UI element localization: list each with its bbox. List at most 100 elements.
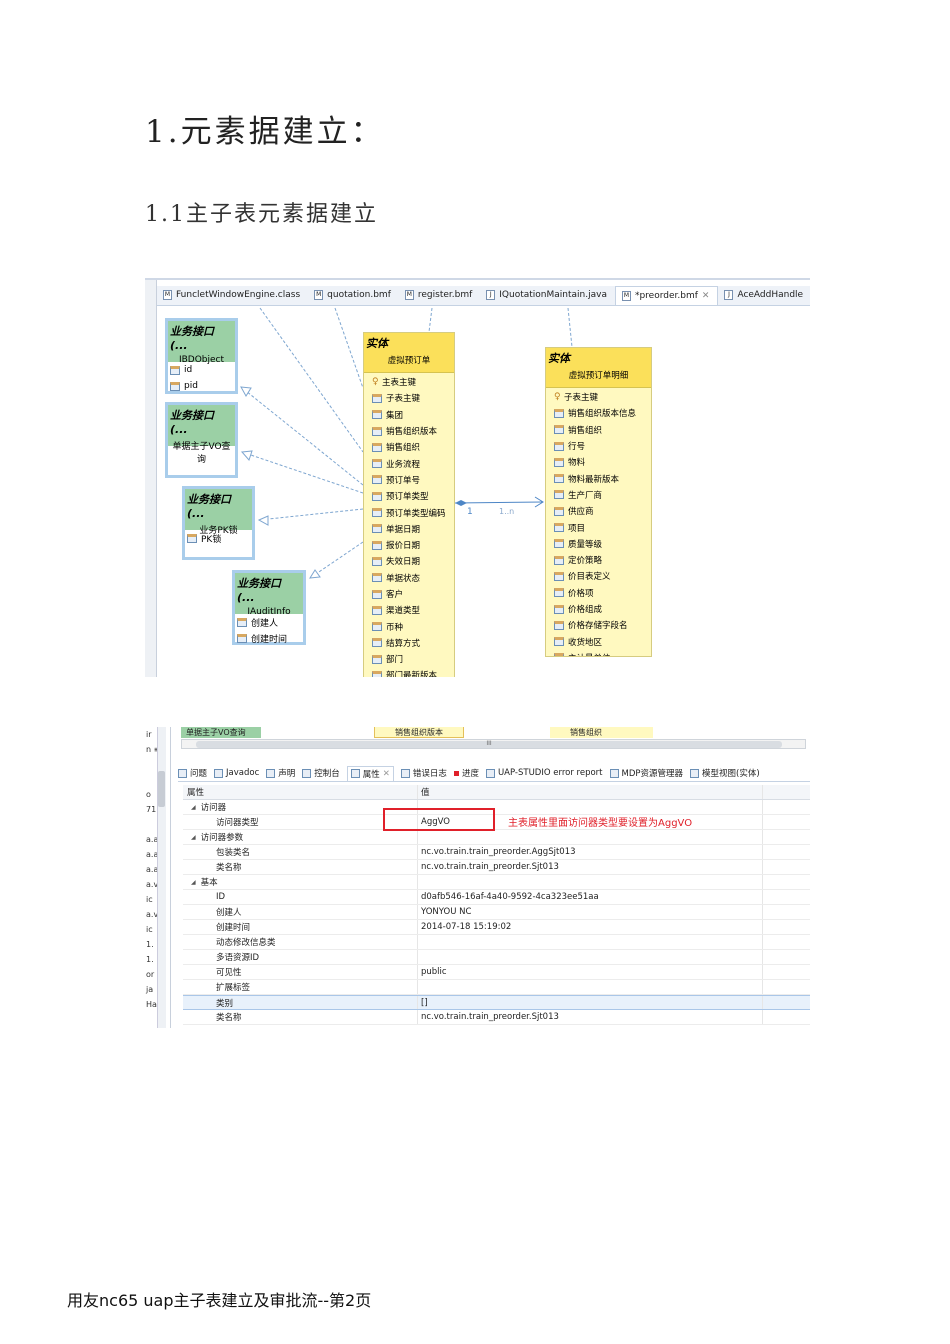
entity-field[interactable]: 行号 xyxy=(546,438,651,454)
field-label: 价目表定义 xyxy=(568,572,611,583)
view-tab[interactable]: Javadoc xyxy=(214,768,259,778)
entity-field[interactable]: 部门最新版本 xyxy=(364,667,454,677)
entity-field[interactable]: 销售组织版本信息 xyxy=(546,405,651,421)
entity-field[interactable]: 渠道类型 xyxy=(364,602,454,618)
entity-field[interactable]: 报价日期 xyxy=(364,537,454,553)
dashed-line xyxy=(240,386,364,486)
entity-field[interactable]: 预订单类型编码 xyxy=(364,504,454,520)
interface-box[interactable]: 业务接口 (... 单据主子VO查询 xyxy=(165,402,238,478)
entity-field[interactable]: 物料 xyxy=(546,454,651,470)
property-value[interactable] xyxy=(418,980,763,994)
entity-field[interactable]: 单据状态 xyxy=(364,570,454,586)
view-tab[interactable]: 错误日志 xyxy=(400,767,447,779)
entity-field[interactable]: 收货地区 xyxy=(546,633,651,649)
expand-triangle-icon[interactable]: ◢ xyxy=(191,879,196,886)
property-row[interactable]: ID d0afb546-16af-4a40-9592-4ca323ee51aa xyxy=(183,890,810,905)
property-value[interactable] xyxy=(418,935,763,949)
property-value[interactable] xyxy=(418,875,763,889)
property-value[interactable]: public xyxy=(418,965,763,979)
property-value[interactable] xyxy=(418,950,763,964)
entity-field[interactable]: 价格存储字段名 xyxy=(546,617,651,633)
interface-field[interactable]: pid xyxy=(168,378,235,394)
entity-field[interactable]: 失效日期 xyxy=(364,553,454,569)
entity-field[interactable]: ♀ 主表主键 xyxy=(364,374,454,390)
field-label: 预订单号 xyxy=(386,475,421,486)
entity-field[interactable]: 销售组织 xyxy=(546,422,651,438)
property-group[interactable]: ◢ 访问器参数 xyxy=(183,830,810,845)
property-value[interactable]: nc.vo.train.train_preorder.Sjt013 xyxy=(418,860,763,874)
view-tab[interactable]: 进度 xyxy=(453,767,479,779)
view-tab[interactable]: MDP资源管理器 xyxy=(609,767,683,779)
view-tab[interactable]: 模型视图(实体) xyxy=(690,767,760,779)
entity-field[interactable]: 币种 xyxy=(364,618,454,634)
entity-field[interactable]: ♀ 子表主键 xyxy=(546,389,651,405)
entity-field[interactable]: 主计量单位 xyxy=(546,650,651,656)
dashed-line xyxy=(567,307,573,348)
field-icon xyxy=(372,556,382,566)
expand-triangle-icon[interactable]: ◢ xyxy=(191,804,196,811)
entity-field[interactable]: 结算方式 xyxy=(364,635,454,651)
view-tab[interactable]: 问题 xyxy=(178,767,207,779)
interface-field[interactable]: 创建人 xyxy=(235,614,303,630)
horizontal-scrollbar[interactable]: III xyxy=(181,739,806,749)
property-group[interactable]: ◢ 基本 xyxy=(183,875,810,890)
field-label: 币种 xyxy=(386,622,404,633)
property-row[interactable]: 可见性 public xyxy=(183,965,810,980)
property-value[interactable]: [] xyxy=(418,996,763,1009)
interface-field[interactable]: PK锁 xyxy=(185,530,252,546)
entity-field[interactable]: 销售组织版本 xyxy=(364,423,454,439)
interface-box[interactable]: 业务接口 (... IBDObject id pid xyxy=(165,318,238,394)
property-value[interactable] xyxy=(418,830,763,844)
header-property: 属性 xyxy=(183,785,418,799)
property-row[interactable]: 类别 [] xyxy=(183,995,810,1010)
entity-field[interactable]: 集团 xyxy=(364,407,454,423)
entity-field[interactable]: 客户 xyxy=(364,586,454,602)
subsection-heading: 1.1主子表元素据建立 xyxy=(145,202,378,227)
property-row[interactable]: 创建时间 2014-07-18 15:19:02 xyxy=(183,920,810,935)
entity-field[interactable]: 项目 xyxy=(546,519,651,535)
entity-field[interactable]: 子表主键 xyxy=(364,390,454,406)
property-group[interactable]: ◢ 访问器 xyxy=(183,800,810,815)
entity-field[interactable]: 物料最新版本 xyxy=(546,470,651,486)
entity-field[interactable]: 价格项 xyxy=(546,585,651,601)
property-row[interactable]: 动态修改信息类 xyxy=(183,935,810,950)
entity-field[interactable]: 业务流程 xyxy=(364,455,454,471)
entity-box[interactable]: 实体 虚拟预订单 ♀ 主表主键 子表主键 集团 销售组织版本 销售组织 业务流程 预订单号 预订单类… xyxy=(363,332,455,677)
entity-box[interactable]: 实体 虚拟预订单明细 ♀ 子表主键 销售组织版本信息 销售组织 行号 物料 物料最新版本 生产厂商… xyxy=(545,347,652,657)
scrollbar-thumb[interactable]: III xyxy=(196,741,782,748)
property-row[interactable]: 创建人 YONYOU NC xyxy=(183,905,810,920)
property-row[interactable]: 类名称 nc.vo.train.train_preorder.Sjt013 xyxy=(183,1010,810,1025)
entity-field[interactable]: 价目表定义 xyxy=(546,568,651,584)
close-icon[interactable]: ✕ xyxy=(383,769,390,779)
view-tab[interactable]: 声明 xyxy=(266,767,295,779)
property-value[interactable]: nc.vo.train.train_preorder.Sjt013 xyxy=(418,1010,763,1024)
property-row[interactable]: 多语资源ID xyxy=(183,950,810,965)
property-value[interactable]: 2014-07-18 15:19:02 xyxy=(418,920,763,934)
entity-field[interactable]: 预订单类型 xyxy=(364,488,454,504)
view-tab[interactable]: 属性 ✕ xyxy=(346,765,394,781)
property-value[interactable]: nc.vo.train.train_preorder.AggSjt013 xyxy=(418,845,763,859)
entity-field[interactable]: 质量等级 xyxy=(546,536,651,552)
field-label: 部门 xyxy=(386,655,404,666)
entity-field[interactable]: 生产厂商 xyxy=(546,487,651,503)
view-tab[interactable]: UAP-STUDIO error report xyxy=(485,768,603,778)
property-row[interactable]: 包装类名 nc.vo.train.train_preorder.AggSjt013 xyxy=(183,845,810,860)
view-tab[interactable]: 控制台 xyxy=(302,767,340,779)
entity-field[interactable]: 单据日期 xyxy=(364,521,454,537)
property-value[interactable]: d0afb546-16af-4a40-9592-4ca323ee51aa xyxy=(418,890,763,904)
entity-field[interactable]: 供应商 xyxy=(546,503,651,519)
entity-field[interactable]: 部门 xyxy=(364,651,454,667)
property-row[interactable]: 类名称 nc.vo.train.train_preorder.Sjt013 xyxy=(183,860,810,875)
scrollbar-thumb[interactable] xyxy=(158,771,165,807)
entity-field[interactable]: 价格组成 xyxy=(546,601,651,617)
interface-box[interactable]: 业务接口 (... 业务PK锁 PK锁 xyxy=(182,486,255,560)
entity-field[interactable]: 销售组织 xyxy=(364,439,454,455)
expand-triangle-icon[interactable]: ◢ xyxy=(191,834,196,841)
property-row[interactable]: 访问器类型 AggVO xyxy=(183,815,810,830)
entity-field[interactable]: 预订单号 xyxy=(364,472,454,488)
interface-box[interactable]: 业务接口 (... IAuditInfo 创建人 创建时间 xyxy=(232,570,306,645)
property-value[interactable]: YONYOU NC xyxy=(418,905,763,919)
entity-field[interactable]: 定价策略 xyxy=(546,552,651,568)
interface-field[interactable]: 创建时间 xyxy=(235,630,303,646)
property-row[interactable]: 扩展标签 xyxy=(183,980,810,995)
